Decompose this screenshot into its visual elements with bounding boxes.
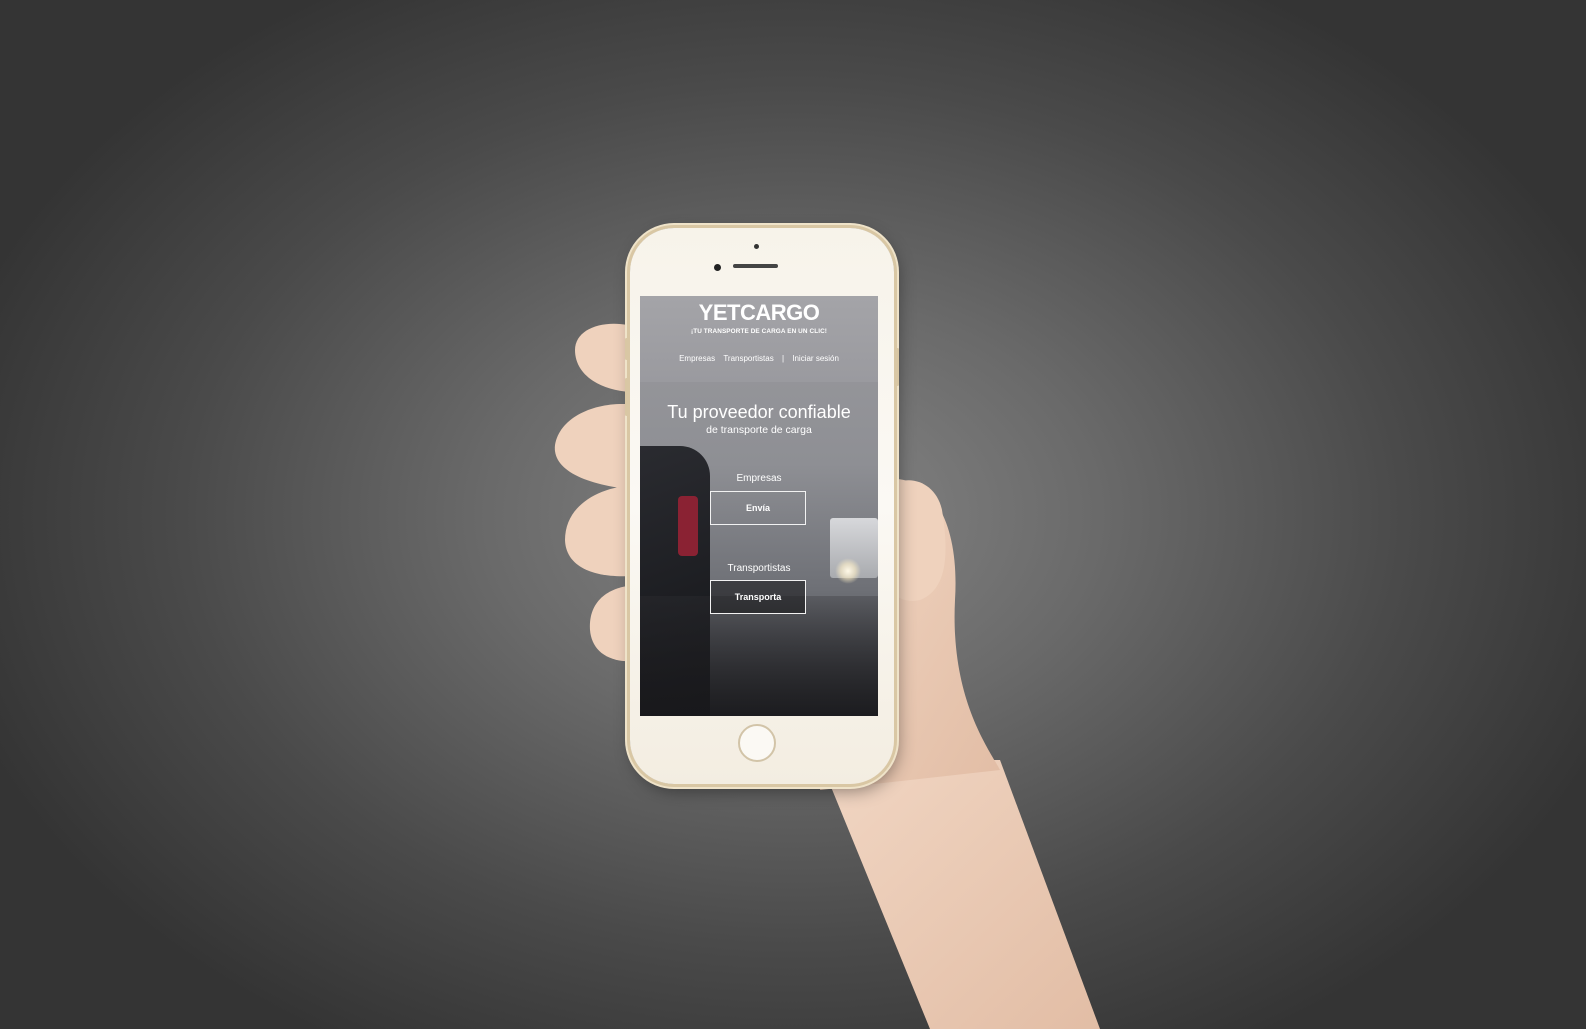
nav-separator: | <box>781 354 785 363</box>
nav-item-transportistas[interactable]: Transportistas <box>723 354 773 363</box>
nav-item-empresas[interactable]: Empresas <box>679 354 715 363</box>
proximity-sensor <box>754 244 759 249</box>
top-nav: Empresas Transportistas | Iniciar sesión <box>640 354 878 363</box>
carriers-label: Transportistas <box>727 563 791 574</box>
send-button[interactable]: Envía <box>710 491 806 525</box>
nav-item-login[interactable]: Iniciar sesión <box>792 354 839 363</box>
companies-label: Empresas <box>736 473 782 484</box>
road-background <box>640 596 878 716</box>
front-camera-icon <box>714 264 721 271</box>
side-button <box>896 348 899 386</box>
earpiece-speaker <box>733 264 778 268</box>
phone-mockup: YETCARGO ¡TU TRANSPORTE DE CARGA EN UN C… <box>625 228 899 784</box>
home-button[interactable] <box>738 724 776 762</box>
transport-button[interactable]: Transporta <box>710 580 806 614</box>
hero-subtitle: de transporte de carga <box>706 424 812 436</box>
side-button <box>625 378 628 416</box>
side-button <box>625 338 628 360</box>
yetcargo-logo[interactable]: YETCARGO <box>640 300 878 326</box>
hero-title: Tu proveedor confiable <box>667 402 851 422</box>
truck-background-image <box>678 496 698 556</box>
phone-screen: YETCARGO ¡TU TRANSPORTE DE CARGA EN UN C… <box>640 296 878 716</box>
logo-tagline: ¡TU TRANSPORTE DE CARGA EN UN CLIC! <box>690 328 828 335</box>
